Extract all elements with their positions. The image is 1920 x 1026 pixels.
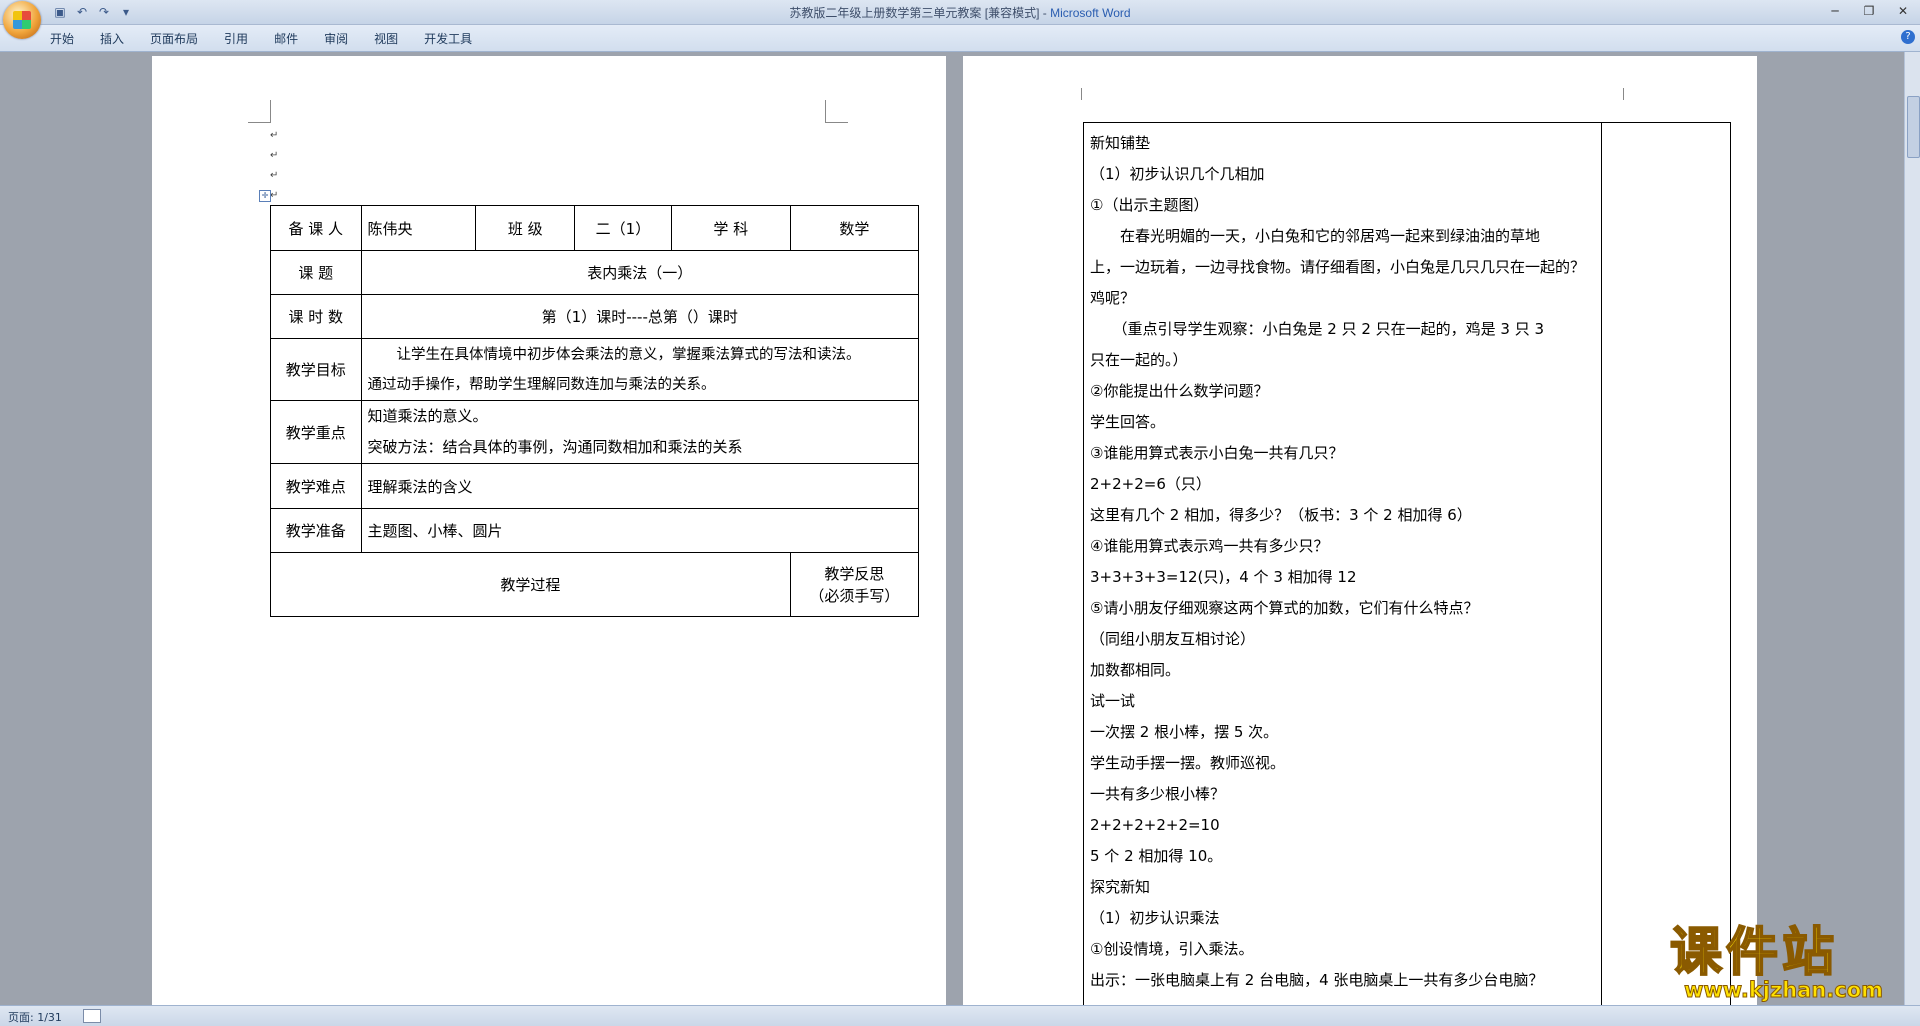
reflection-note: （必须手写） <box>809 586 900 605</box>
subject-value[interactable]: 数学 <box>789 205 920 251</box>
crop-mark <box>1623 88 1646 100</box>
period-label: 课 时 数 <box>270 294 362 339</box>
topic-value[interactable]: 表内乘法（一） <box>360 250 920 295</box>
title-bar: ▣ ↶ ↷ ▾ 苏教版二年级上册数学第三单元教案 [兼容模式] - Micros… <box>0 0 1920 25</box>
goal-value[interactable]: 让学生在具体情境中初步体会乘法的意义，掌握乘法算式的写法和读法。 通过动手操作，… <box>360 338 920 401</box>
lesson-line: 在春光明媚的一天，小白兔和它的邻居鸡一起来到绿油油的草地 <box>1090 227 1541 245</box>
table-move-handle-icon[interactable]: ✛ <box>259 190 271 202</box>
document-title: 苏教版二年级上册数学第三单元教案 [兼容模式] - <box>789 6 1051 20</box>
lesson-line: 试一试 <box>1090 692 1136 710</box>
process-cell[interactable]: 新知铺垫 （1）初步认识几个几相加 ①（出示主题图） 在春光明媚的一天，小白兔和它的… <box>1083 122 1602 1022</box>
lesson-process-table: 新知铺垫 （1）初步认识几个几相加 ①（出示主题图） 在春光明媚的一天，小白兔和它的… <box>1083 122 1732 1022</box>
window-title: 苏教版二年级上册数学第三单元教案 [兼容模式] - Microsoft Word <box>0 4 1920 21</box>
goal-label: 教学目标 <box>270 338 362 401</box>
lesson-line: 探究新知 <box>1090 878 1151 896</box>
minimize-icon[interactable]: ─ <box>1824 2 1846 20</box>
tab-review[interactable]: 审阅 <box>324 30 348 47</box>
watermark-text: 课件站 <box>1669 923 1839 983</box>
ribbon-tabs: 开始 插入 页面布局 引用 邮件 审阅 视图 开发工具 ? <box>0 25 1920 52</box>
lesson-line: ④谁能用算式表示鸡一共有多少只？ <box>1090 537 1329 555</box>
tab-references[interactable]: 引用 <box>224 30 248 47</box>
crop-mark <box>248 100 271 123</box>
difficulty-label: 教学难点 <box>270 463 362 509</box>
lesson-line: 一共有多少根小棒？ <box>1090 785 1226 803</box>
key-point-label: 教学重点 <box>270 400 362 464</box>
goal-line-1: 让学生在具体情境中初步体会乘法的意义，掌握乘法算式的写法和读法。 <box>367 346 861 363</box>
tab-home[interactable]: 开始 <box>50 30 74 47</box>
paragraph-mark: ↵ <box>270 170 279 181</box>
lesson-info-table: 备 课 人 陈伟央 班 级 二（1） 学 科 数学 课 题 表内乘法（一） 课 … <box>270 205 920 617</box>
office-button[interactable] <box>3 1 41 39</box>
lesson-line: 这里有几个 2 相加，得多少？（板书：3 个 2 相加得 6） <box>1090 506 1472 524</box>
crop-mark <box>825 100 848 123</box>
close-icon[interactable]: ✕ <box>1892 2 1914 20</box>
goal-line-2: 通过动手操作，帮助学生理解同数连加与乘法的关系。 <box>367 376 716 393</box>
window-controls: ─ ❐ ✕ <box>1824 2 1914 20</box>
tab-developer[interactable]: 开发工具 <box>424 30 472 47</box>
lesson-line: 学生回答。 <box>1090 413 1166 431</box>
lesson-line: ③谁能用算式表示小白兔一共有几只？ <box>1090 444 1344 462</box>
period-value[interactable]: 第（1）课时----总第（）课时 <box>360 294 920 339</box>
tab-page-layout[interactable]: 页面布局 <box>150 30 198 47</box>
reflection-blank-cell[interactable] <box>1600 122 1732 1022</box>
watermark-logo: 课件站 www.kjzhan.com <box>1669 923 1902 1005</box>
process-label: 教学过程 <box>270 552 791 617</box>
lesson-line: ⑤请小朋友仔细观察这两个算式的加数，它们有什么特点？ <box>1090 599 1479 617</box>
lesson-line: ②你能提出什么数学问题？ <box>1090 382 1269 400</box>
reflection-cell: 教学反思 （必须手写） <box>789 552 920 617</box>
tab-insert[interactable]: 插入 <box>100 30 124 47</box>
lesson-line: （同组小朋友互相讨论） <box>1090 630 1256 648</box>
lesson-line: （1）初步认识乘法 <box>1090 909 1220 927</box>
lesson-line: （重点引导学生观察：小白兔是 2 只 2 只在一起的，鸡是 3 只 3 <box>1090 320 1545 338</box>
lesson-line: （1）初步认识几个几相加 <box>1090 165 1265 183</box>
paragraph-mark: ↵ <box>270 190 279 201</box>
lesson-line: 新知铺垫 <box>1090 134 1151 152</box>
lesson-line: 2+2+2=6（只） <box>1090 475 1211 493</box>
lesson-line: 学生动手摆一摆。教师巡视。 <box>1090 754 1286 772</box>
subject-label: 学 科 <box>670 205 791 251</box>
key-line-2: 突破方法：结合具体的事例，沟通同数相加和乘法的关系 <box>367 438 743 456</box>
key-point-value[interactable]: 知道乘法的意义。 突破方法：结合具体的事例，沟通同数相加和乘法的关系 <box>360 400 920 464</box>
lesson-line: 加数都相同。 <box>1090 661 1181 679</box>
paragraph-mark: ↵ <box>270 150 279 161</box>
difficulty-value[interactable]: 理解乘法的含义 <box>360 463 920 509</box>
lesson-body: 新知铺垫 （1）初步认识几个几相加 ①（出示主题图） 在春光明媚的一天，小白兔和它的… <box>1085 124 1600 996</box>
lesson-line: 鸡呢？ <box>1090 289 1136 307</box>
spelling-check-icon[interactable] <box>83 1009 101 1023</box>
preparation-value[interactable]: 主题图、小棒、圆片 <box>360 508 920 553</box>
lesson-line: 只在一起的。） <box>1090 351 1188 369</box>
lesson-line: ①创设情境，引入乘法。 <box>1090 940 1254 958</box>
class-label: 班 级 <box>475 205 576 251</box>
lesson-line: ①（出示主题图） <box>1090 196 1209 214</box>
office-logo-icon <box>13 11 31 29</box>
lesson-line: 上，一边玩着，一边寻找食物。请仔细看图，小白兔是几只几只在一起的？ <box>1090 258 1586 276</box>
class-value[interactable]: 二（1） <box>574 205 672 251</box>
topic-label: 课 题 <box>270 250 362 295</box>
preparation-label: 教学准备 <box>270 508 362 553</box>
maximize-icon[interactable]: ❐ <box>1858 2 1880 20</box>
key-line-1: 知道乘法的意义。 <box>367 407 488 425</box>
tab-view[interactable]: 视图 <box>374 30 398 47</box>
status-bar: 页面: 1/31 <box>0 1005 1920 1026</box>
app-name: Microsoft Word <box>1050 6 1131 20</box>
crop-mark <box>1059 88 1082 100</box>
lesson-line: 出示：一张电脑桌上有 2 台电脑，4 张电脑桌上一共有多少台电脑？ <box>1090 971 1544 989</box>
watermark-url: www.kjzhan.com <box>1683 978 1884 1003</box>
scrollbar-thumb[interactable] <box>1907 96 1920 158</box>
preparer-value[interactable]: 陈伟央 <box>360 205 477 251</box>
vertical-scrollbar[interactable] <box>1904 52 1920 1005</box>
lesson-line: 2+2+2+2+2=10 <box>1090 816 1220 834</box>
lesson-line: 一次摆 2 根小棒，摆 5 次。 <box>1090 723 1279 741</box>
page-count[interactable]: 页面: 1/31 <box>8 1009 62 1025</box>
help-icon[interactable]: ? <box>1901 30 1915 44</box>
lesson-line: 3+3+3+3=12(只)，4 个 3 相加得 12 <box>1090 568 1357 586</box>
preparer-label: 备 课 人 <box>270 205 362 251</box>
paragraph-mark: ↵ <box>270 130 279 141</box>
tab-mailings[interactable]: 邮件 <box>274 30 298 47</box>
lesson-line: 5 个 2 相加得 10。 <box>1090 847 1223 865</box>
reflection-label: 教学反思 <box>824 564 885 583</box>
